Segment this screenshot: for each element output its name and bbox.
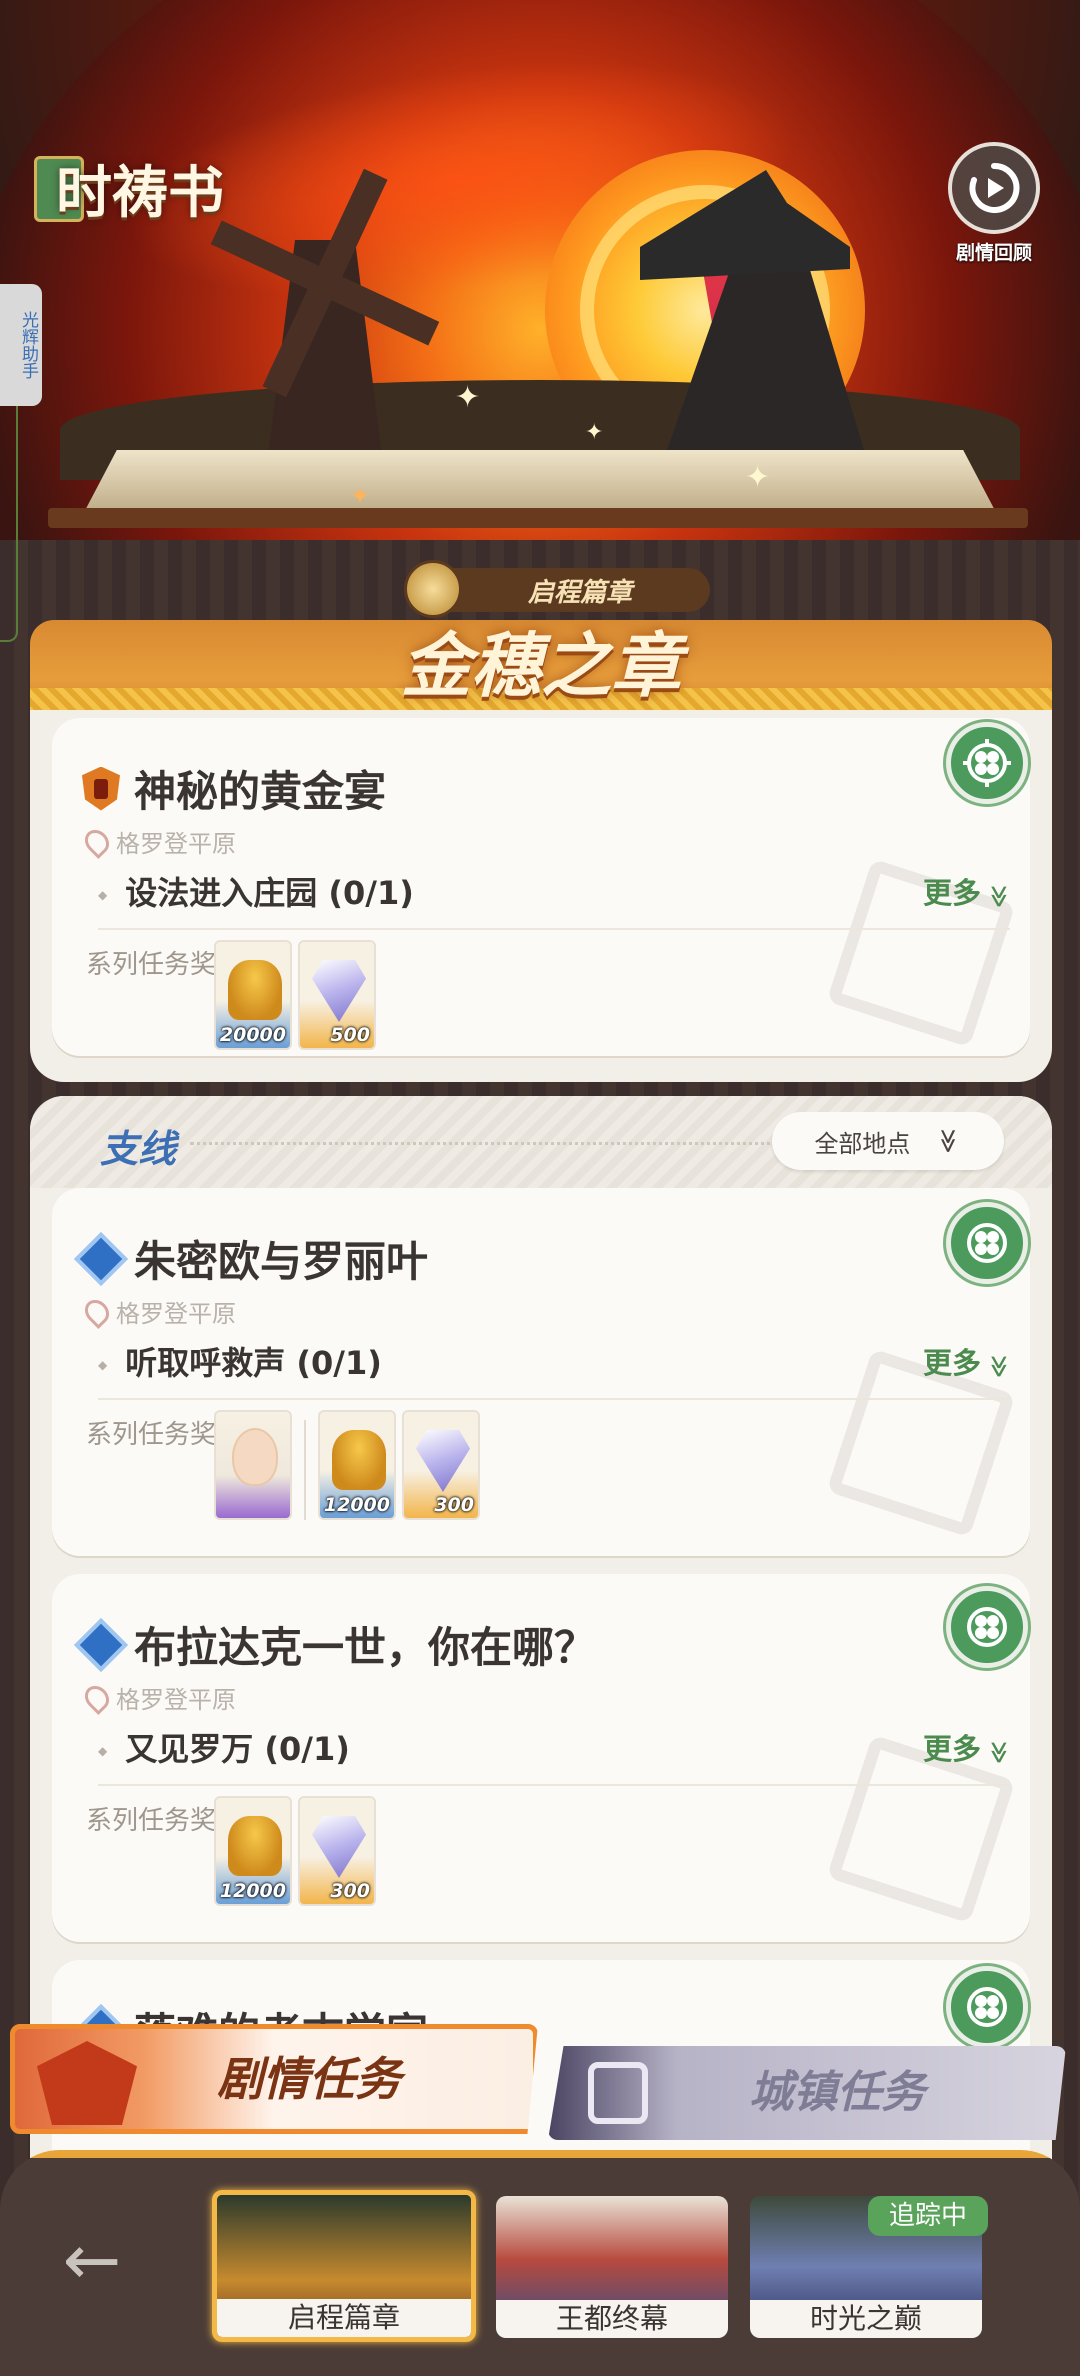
more-button[interactable]: 更多 [923, 1726, 1010, 1768]
journal-logo: 时祷书 [34, 148, 224, 229]
reward-list: 20000 500 [214, 940, 376, 1050]
quest-title: 布拉达克一世，你在哪？ [134, 1623, 597, 1672]
tracking-badge: 追踪中 [868, 2196, 988, 2236]
chapter-thumb-label: 启程篇章 [217, 2299, 471, 2337]
side-tab-divider [0, 406, 18, 642]
tab-town-quests[interactable]: 城镇任务 [548, 2046, 1066, 2140]
chapter-tag-label: 启程篇章 [527, 577, 632, 608]
coin-reward[interactable]: 20000 [214, 940, 292, 1050]
assistant-side-tab[interactable]: 光辉助手 [0, 284, 42, 406]
reward-quantity: 300 [330, 1880, 370, 1902]
more-button[interactable]: 更多 [923, 1340, 1010, 1382]
tab-label: 剧情任务 [217, 2052, 401, 2106]
logo-text: 时祷书 [56, 160, 224, 226]
reward-quantity: 300 [434, 1494, 474, 1516]
track-quest-button[interactable] [946, 1202, 1028, 1284]
reward-quantity: 12000 [219, 1880, 286, 1902]
reward-quantity: 12000 [323, 1494, 390, 1516]
filter-label: 全部地点 [814, 1129, 911, 1158]
diamond-icon [312, 960, 366, 1022]
replay-icon [948, 142, 1040, 234]
main-quest-panel: 神秘的黄金宴 格罗登平原 设法进入庄园 (0/1) 更多 系列任务奖励 2000… [30, 710, 1052, 1082]
chapter-nav-bar: ← 启程篇章 王都终幕 时光之巅 [0, 2150, 1080, 2376]
side-quest-header: 支线 全部地点 ≫ [30, 1096, 1052, 1188]
gem-reward[interactable]: 300 [298, 1796, 376, 1906]
coin-reward[interactable]: 12000 [214, 1796, 292, 1906]
avatar-reward[interactable] [214, 1410, 292, 1520]
gem-reward[interactable]: 500 [298, 940, 376, 1050]
chevron-down-icon: ≫ [935, 1128, 963, 1154]
quest-location: 格罗登平原 [116, 1300, 236, 1328]
quest-task: 设法进入庄园 (0/1) [98, 868, 414, 914]
track-quest-button[interactable] [946, 722, 1028, 804]
gold-coin-icon [228, 1816, 282, 1876]
clover-target-icon [967, 1607, 1007, 1647]
tab-label: 城镇任务 [749, 2067, 925, 2118]
quest-task: 听取呼救声 (0/1) [98, 1338, 382, 1384]
quest-location: 格罗登平原 [116, 1686, 236, 1714]
diamond-icon [312, 1816, 366, 1878]
main-quest-card[interactable]: 神秘的黄金宴 格罗登平原 设法进入庄园 (0/1) 更多 系列任务奖励 2000… [52, 718, 1030, 1056]
gem-reward[interactable]: 300 [402, 1410, 480, 1520]
track-quest-button[interactable] [946, 1586, 1028, 1668]
quest-task: 又见罗万 (0/1) [98, 1724, 350, 1770]
side-quest-title: 支线 [100, 1127, 177, 1171]
side-quest-icon [74, 1231, 128, 1286]
gold-coin-icon [332, 1430, 386, 1490]
chapter-thumb-label: 王都终幕 [496, 2300, 728, 2338]
chapter-thumb-label: 时光之巅 [750, 2300, 982, 2338]
coin-reward[interactable]: 12000 [318, 1410, 396, 1520]
location-pin-icon [80, 1294, 114, 1329]
quest-type-tabs: 剧情任务 城镇任务 [0, 2024, 1080, 2154]
quest-title: 朱密欧与罗丽叶 [134, 1237, 429, 1286]
quest-journal-screen: ✦ ✦ ✦ ✦ 时祷书 剧情回顾 光辉助手 启程篇章 金穗之章 神秘的黄金宴 格… [0, 0, 1080, 2376]
location-pin-icon [80, 824, 114, 859]
character-portrait-icon [232, 1428, 278, 1486]
reward-list: 12000 300 [214, 1410, 480, 1520]
more-button[interactable]: 更多 [923, 870, 1010, 912]
quest-title: 神秘的黄金宴 [134, 767, 387, 816]
chapter-banner-art: ✦ ✦ ✦ ✦ [0, 0, 1080, 540]
clover-target-icon [967, 1223, 1007, 1263]
replay-label: 剧情回顾 [955, 242, 1032, 264]
side-quest-card[interactable]: 布拉达克一世，你在哪？ 格罗登平原 又见罗万 (0/1) 更多 系列任务奖励 1… [52, 1574, 1030, 1942]
main-quest-icon [82, 766, 120, 811]
reward-quantity: 20000 [219, 1024, 286, 1046]
quest-location: 格罗登平原 [116, 830, 236, 858]
diamond-icon [416, 1430, 470, 1492]
chapter-thumb-start[interactable]: 启程篇章 [212, 2190, 476, 2342]
story-replay-button[interactable]: 剧情回顾 [944, 142, 1044, 265]
reward-quantity: 500 [330, 1024, 370, 1046]
location-filter-dropdown[interactable]: 全部地点 ≫ [772, 1112, 1004, 1170]
back-button[interactable]: ← [52, 2225, 132, 2295]
chapter-header: 启程篇章 金穗之章 [30, 560, 1052, 720]
chapter-thumb-royal[interactable]: 王都终幕 [496, 2196, 728, 2338]
reward-list: 12000 300 [214, 1796, 376, 1906]
clover-target-icon [963, 739, 1011, 787]
tab-story-quests[interactable]: 剧情任务 [10, 2024, 538, 2134]
back-arrow-icon: ← [62, 2219, 122, 2301]
chapter-title: 金穗之章 [401, 624, 681, 707]
side-quest-card[interactable]: 朱密欧与罗丽叶 格罗登平原 听取呼救声 (0/1) 更多 系列任务奖励 1200… [52, 1188, 1030, 1556]
side-quest-icon [74, 1617, 128, 1672]
location-pin-icon [80, 1680, 114, 1715]
gold-coin-icon [228, 960, 282, 1020]
